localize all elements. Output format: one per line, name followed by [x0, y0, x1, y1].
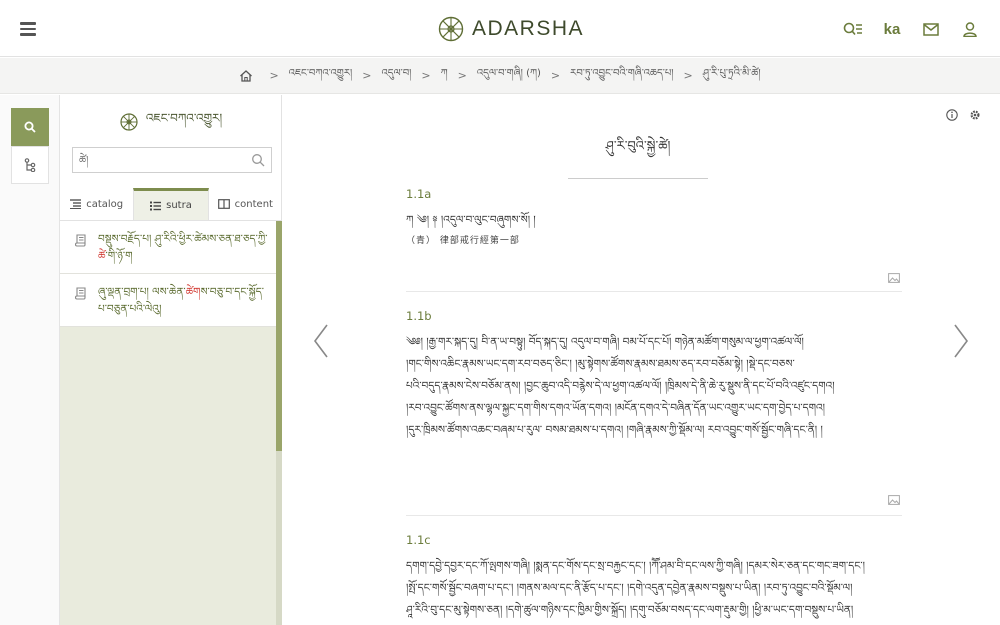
list-item[interactable]: ཞུ་ལྡན་བྲག་པ། ལས་ཆེན་ཚེགས་བཅུ་བ་དང་སྐྱོད…	[60, 274, 276, 327]
panel-search	[72, 147, 272, 175]
scroll-icon	[74, 234, 86, 247]
search-list-icon[interactable]	[841, 17, 865, 41]
text-line: །རབ་འབྱུང་ཚོགས་ནས་ལྷལ་སྐྱང་དག་གིས་དགའ་ཡོ…	[406, 402, 825, 414]
rail-search-button[interactable]	[11, 108, 49, 146]
text-line: །གང་གིས་འཆིང་རྣམས་ཡང་དག་རབ་བཅད་ཅིང་། །མུ…	[406, 358, 795, 370]
dharma-wheel-icon	[120, 113, 138, 131]
folio-divider	[406, 291, 902, 292]
text-line: ༄༅། །རྒྱ་གར་སྐད་དུ། བི་ན་ཡ་བསྟུ། བོད་སྐད…	[406, 336, 804, 348]
folio-block: 1.1a ཀ ༄། ༈ །འདུལ་བ་ལུང་བཞུགས་སོ། ། （青） …	[406, 187, 902, 292]
catalog-icon	[70, 199, 82, 209]
text-line: །སྤོ་དང་གསོ་སྦྱོང་བཞག་པ་དང་། །གནས་མལ་དང་…	[406, 582, 853, 594]
tab-sutra[interactable]: sutra	[133, 188, 209, 220]
top-header: ADARSHA ka	[0, 0, 1000, 57]
folio-block: 1.1c དགག་དབྱེ་དབྱར་དང་ཀོ་ལྤགས་གཞི། །སྨན་…	[406, 533, 902, 621]
folio-block: 1.1b ༄༅། །རྒྱ་གར་སྐད་དུ། བི་ན་ཡ་བསྟུ། བོ…	[406, 309, 902, 516]
next-page-icon[interactable]	[951, 323, 971, 359]
text-line: དགག་དབྱེ་དབྱར་དང་ཀོ་ལྤགས་གཞི། །སྨན་དང་གོ…	[406, 560, 865, 572]
brand[interactable]: ADARSHA	[438, 14, 584, 44]
folio-label: 1.1a	[406, 187, 432, 201]
breadcrumb-item-section[interactable]: འདུལ་བ།	[382, 62, 412, 90]
folio-divider	[406, 515, 902, 516]
folio-note: （青） 律部戒行經第一部	[406, 236, 520, 246]
gear-icon[interactable]	[969, 109, 981, 121]
reader-pane: ཤུ་རི་བུའི་སྐྱེ་ཚེ། 1.1a ཀ ༄། ༈ །འདུལ་བ་…	[283, 95, 1000, 625]
breadcrumb-separator: >	[421, 69, 431, 82]
brand-name: ADARSHA	[472, 17, 585, 40]
tree-icon	[24, 158, 36, 172]
info-icon[interactable]	[946, 109, 958, 121]
side-panel: འཇང་བཀའ་འགྱུར། catalog sutra content བསྡ…	[60, 95, 282, 625]
result-list: བསྡུས་བརྗོད་པ། ཤུ་རིའི་ཕྱིར་ཚེམས་ཅན་ཐ་ཅད…	[60, 221, 276, 625]
tab-catalog[interactable]: catalog	[60, 188, 133, 220]
text-line: ཀ ༄། ༈ །འདུལ་བ་ལུང་བཞུགས་སོ། །	[406, 214, 536, 226]
image-icon[interactable]	[888, 495, 900, 505]
list-scrollbar[interactable]	[276, 221, 282, 625]
folio-label: 1.1b	[406, 309, 432, 323]
breadcrumb-separator: >	[457, 69, 467, 82]
scroll-icon	[74, 287, 86, 300]
text-line: པའི་བདུད་རྣམས་ངེས་བཅོམ་ནས། །བྱང་ཆུབ་འདི་…	[406, 380, 835, 392]
text-line: ཤཱ་རིའི་བུ་དང་མུ་སྟེགས་ཅན། །དགེ་ཚུལ་གཉིས…	[406, 604, 854, 616]
search-input[interactable]	[73, 151, 243, 175]
breadcrumb: > འཇང་བཀའ་འགྱུར། > འདུལ་བ། > ཀ > འདུལ་བ་…	[0, 58, 1000, 94]
panel-tabs: catalog sutra content	[60, 188, 282, 221]
folio-label: 1.1c	[406, 533, 431, 547]
menu-icon[interactable]	[20, 19, 40, 39]
breadcrumb-item-collection[interactable]: འཇང་བཀའ་འགྱུར།	[289, 62, 353, 90]
search-highlight: ཚེག	[185, 286, 201, 298]
list-icon	[150, 201, 162, 210]
home-icon[interactable]	[239, 69, 253, 83]
tab-label: content	[234, 198, 273, 210]
breadcrumb-item-volume[interactable]: ཀ	[441, 62, 448, 90]
user-icon[interactable]	[958, 17, 982, 41]
list-item[interactable]: བསྡུས་བརྗོད་པ། ཤུ་རིའི་ཕྱིར་ཚེམས་ཅན་ཐ་ཅད…	[60, 221, 276, 274]
document-title: ཤུ་རི་བུའི་སྐྱེ་ཚེ།	[568, 131, 708, 179]
breadcrumb-separator: >	[269, 69, 279, 82]
breadcrumb-item-text[interactable]: འདུལ་བ་གཞི། (ཀ)	[477, 62, 541, 90]
breadcrumb-separator: >	[550, 69, 561, 82]
tab-label: catalog	[86, 198, 124, 210]
breadcrumb-separator: >	[362, 69, 372, 82]
search-icon[interactable]	[251, 153, 265, 167]
panel-title: འཇང་བཀའ་འགྱུར།	[145, 111, 223, 125]
tab-content[interactable]: content	[209, 188, 282, 220]
text-line: །དུར་ཁྲིམས་ཚོགས་འཆང་བཞམ་པ་རུལ་ བསམ་ཐམས་པ…	[406, 424, 823, 436]
tab-label: sutra	[166, 200, 192, 211]
breadcrumb-item-current[interactable]: ཤུ་རི་པུ་ཏྲའི་མི་ཚེ།	[703, 62, 761, 90]
panel-header: འཇང་བཀའ་འགྱུར།	[60, 111, 282, 133]
top-actions: ka	[826, 17, 982, 41]
search-icon	[24, 121, 36, 133]
breadcrumb-item-chapter[interactable]: རབ་ཏུ་འབྱུང་བའི་གཞི་འཆད་པ།	[570, 62, 673, 90]
language-toggle[interactable]: ka	[880, 17, 904, 41]
image-icon[interactable]	[888, 273, 900, 283]
dharma-wheel-logo	[438, 16, 464, 42]
previous-page-icon[interactable]	[311, 323, 331, 359]
scrollbar-thumb[interactable]	[276, 221, 282, 451]
rail-tree-button[interactable]	[11, 146, 49, 184]
list-item-text: ཞུ་ལྡན་བྲག་པ། ལས་ཆེན་ཚེགས་བཅུ་བ་དང་སྐྱོད…	[98, 286, 264, 315]
list-item-text: བསྡུས་བརྗོད་པ། ཤུ་རིའི་ཕྱིར་ཚེམས་ཅན་ཐ་ཅད…	[98, 233, 268, 262]
mail-icon[interactable]	[919, 17, 943, 41]
tool-rail	[0, 95, 60, 625]
book-icon	[217, 199, 230, 209]
breadcrumb-separator: >	[683, 69, 693, 82]
